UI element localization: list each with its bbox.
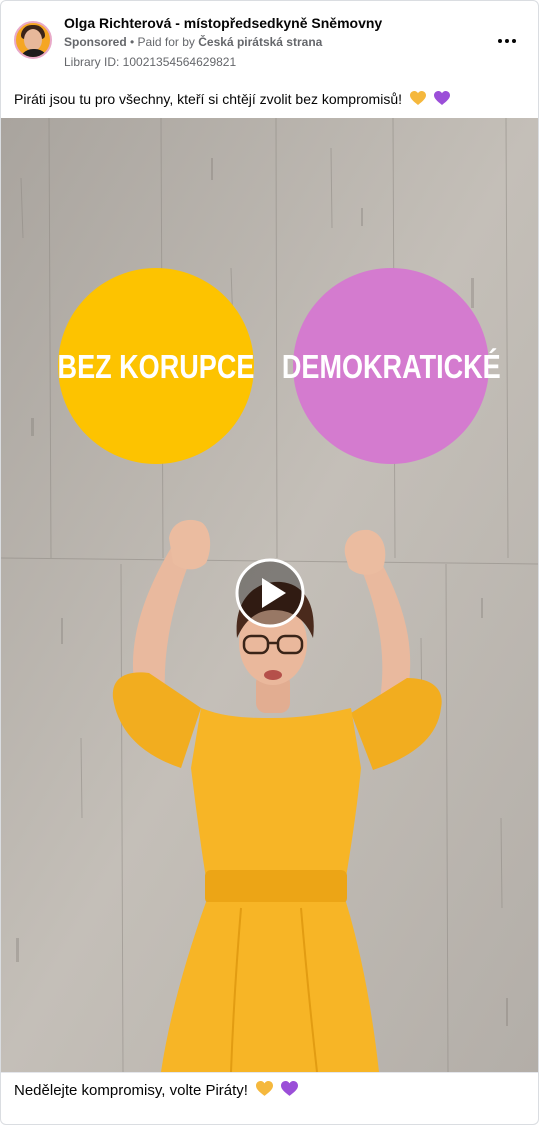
- media-divider: [1, 1072, 538, 1073]
- library-id: Library ID: 10021354564629821: [64, 55, 237, 69]
- paid-for-name[interactable]: Česká pirátská strana: [198, 35, 322, 49]
- video-media[interactable]: BEZ KORUPCE DEMOKRATICKÉ: [1, 118, 538, 1072]
- post-text: Piráti jsou tu pro všechny, kteří si cht…: [14, 91, 450, 107]
- more-options-button[interactable]: [493, 29, 521, 53]
- ad-card: Olga Richterová - místopředsedkyně Sněmo…: [0, 0, 539, 1125]
- sponsored-label: Sponsored: [64, 35, 127, 49]
- yellow-heart-icon: [409, 91, 426, 105]
- purple-heart-icon: [281, 1081, 299, 1096]
- dress-sash: [205, 870, 347, 904]
- sponsor-info: Sponsored • Paid for by Česká pirátská s…: [64, 35, 322, 49]
- right-hand: [344, 529, 386, 575]
- more-options-icon-dot: [505, 39, 509, 43]
- circle-demokraticke-label: DEMOKRATICKÉ: [282, 348, 501, 385]
- purple-heart-icon: [433, 91, 450, 105]
- more-options-icon: [498, 39, 502, 43]
- circle-bez-korupce-label: BEZ KORUPCE: [58, 350, 255, 386]
- ad-caption: Nedělejte kompromisy, volte Piráty!: [14, 1081, 299, 1099]
- yellow-heart-icon: [256, 1081, 274, 1096]
- play-icon[interactable]: [235, 558, 305, 628]
- more-options-icon-dot: [512, 39, 516, 43]
- page-name-link[interactable]: Olga Richterová - místopředsedkyně Sněmo…: [64, 15, 382, 31]
- page-avatar[interactable]: [14, 21, 52, 59]
- caption-text: Nedělejte kompromisy, volte Piráty!: [14, 1082, 248, 1099]
- dress-bodice: [191, 708, 361, 878]
- avatar-dress: [19, 49, 49, 57]
- mouth: [264, 670, 282, 680]
- post-text-body: Piráti jsou tu pro všechny, kteří si cht…: [14, 91, 402, 107]
- post-header: Olga Richterová - místopředsedkyně Sněmo…: [1, 1, 538, 79]
- meta-separator: •: [126, 35, 138, 49]
- avatar-face: [24, 29, 42, 51]
- left-hand: [169, 519, 211, 570]
- paid-for-prefix: Paid for by: [137, 35, 199, 49]
